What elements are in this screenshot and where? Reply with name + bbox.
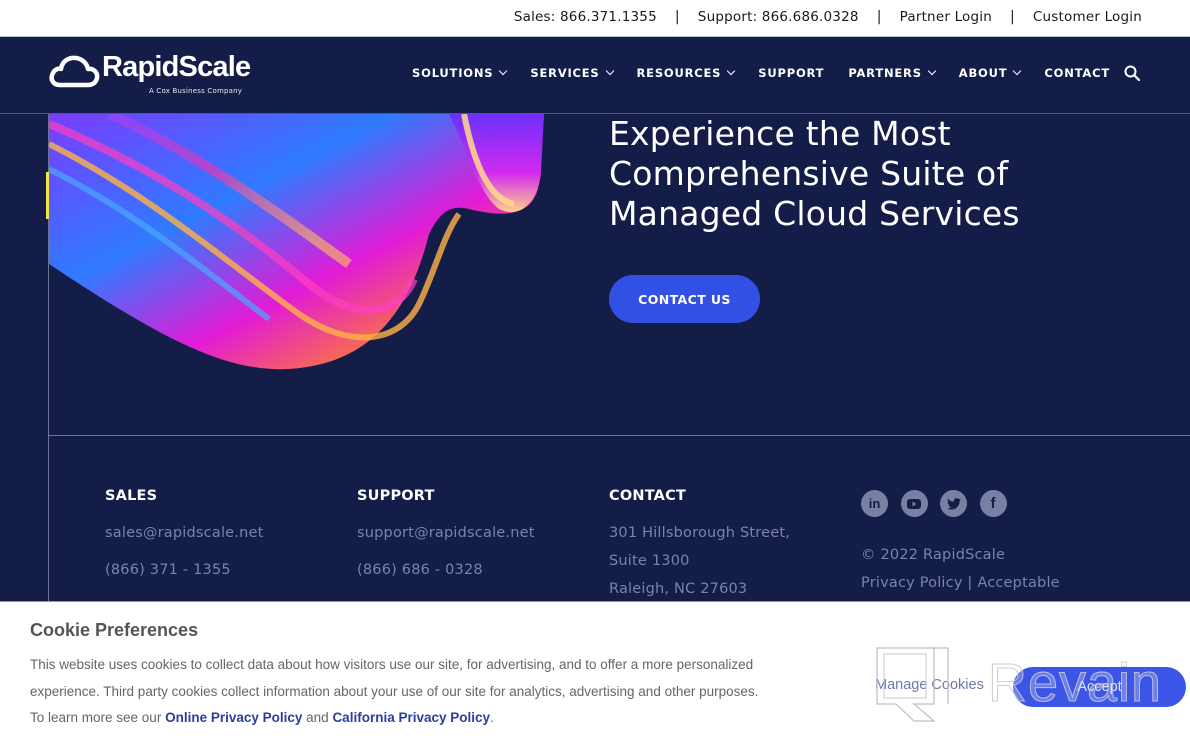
frame-line [48, 435, 49, 605]
linkedin-icon[interactable]: in [861, 490, 888, 517]
support-phone-link[interactable]: Support: 866.686.0328 [698, 9, 859, 25]
legal-links: Privacy Policy | Acceptable [861, 569, 1060, 597]
nav-item-label: SERVICES [530, 66, 600, 80]
nav-item-label: RESOURCES [636, 66, 722, 80]
hero-abstract-image [49, 114, 544, 372]
chevron-down-icon [727, 66, 736, 76]
nav-item-support[interactable]: SUPPORT [758, 66, 824, 80]
footer-sales: SALES sales@rapidscale.net (866) 371 - 1… [105, 488, 264, 593]
sales-phone-link[interactable]: Sales: 866.371.1355 [514, 9, 657, 25]
search-icon[interactable] [1124, 65, 1140, 81]
brand-name: RapidScale [102, 51, 251, 83]
cookie-text-and: and [302, 710, 333, 725]
nav-item-label: SUPPORT [758, 66, 825, 80]
sales-email-link[interactable]: sales@rapidscale.net [105, 519, 264, 547]
footer-heading: SUPPORT [357, 488, 435, 504]
footer-heading: CONTACT [609, 488, 687, 504]
cloud-logo-icon [49, 55, 100, 88]
utility-links: Sales: 866.371.1355 | Support: 866.686.0… [514, 9, 1142, 25]
separator: | [876, 9, 882, 25]
copyright: © 2022 RapidScale [861, 547, 1006, 563]
nav-item-solutions[interactable]: SOLUTIONS [412, 66, 508, 80]
privacy-policy-link[interactable]: Privacy Policy [861, 575, 963, 591]
chevron-down-icon [499, 66, 508, 76]
support-phone[interactable]: (866) 686 - 0328 [357, 556, 535, 584]
nav-item-label: PARTNERS [848, 66, 922, 80]
cookie-banner: Cookie Preferences This website uses coo… [0, 601, 1190, 753]
accept-cookies-button[interactable]: Accept [1013, 667, 1186, 707]
address-line: Raleigh, NC 27603 [609, 581, 748, 597]
customer-login-link[interactable]: Customer Login [1033, 9, 1142, 25]
footer-heading: SALES [105, 488, 158, 504]
nav-item-partners[interactable]: PARTNERS [848, 66, 937, 80]
address-line: Suite 1300 [609, 553, 690, 569]
divider [48, 435, 1190, 436]
facebook-icon[interactable]: f [979, 490, 1007, 517]
facebook-glyph: f [990, 495, 996, 512]
brand-tagline: A Cox Business Company [149, 87, 243, 95]
legal-separator: | [962, 575, 978, 591]
abstract-wave-graphic [49, 114, 544, 370]
cookie-title: Cookie Preferences [30, 620, 199, 640]
address-line: 301 Hillsborough Street, [609, 525, 791, 541]
chevron-down-icon [927, 66, 937, 76]
main-nav: RapidScale A Cox Business Company SOLUTI… [0, 37, 1190, 114]
nav-item-label: CONTACT [1044, 66, 1110, 80]
separator: | [674, 9, 680, 25]
footer-contact: CONTACT 301 Hillsborough Street, Suite 1… [609, 488, 790, 603]
footer-support: SUPPORT support@rapidscale.net (866) 686… [357, 488, 535, 593]
california-privacy-policy-link[interactable]: California Privacy Policy [332, 710, 490, 725]
nav-item-resources[interactable]: RESOURCES [636, 66, 736, 80]
cookie-text-end: . [490, 710, 494, 725]
accent-bar [46, 172, 49, 219]
nav-item-label: ABOUT [958, 66, 1008, 80]
twitter-glyph [946, 497, 961, 510]
nav-item-label: SOLUTIONS [412, 66, 494, 80]
nav-item-services[interactable]: SERVICES [530, 66, 614, 80]
footer-legal: © 2022 RapidScale Privacy Policy | Accep… [861, 541, 1060, 597]
chevron-down-icon [1013, 66, 1022, 76]
youtube-icon[interactable] [900, 490, 928, 517]
chevron-down-icon [605, 66, 614, 76]
utility-bar: Sales: 866.371.1355 | Support: 866.686.0… [0, 0, 1190, 37]
social-links: in f [861, 490, 1019, 517]
partner-login-link[interactable]: Partner Login [900, 9, 992, 25]
hero-title: Experience the Most Comprehensive Suite … [609, 114, 1020, 233]
cookie-description: This website uses cookies to collect dat… [30, 652, 770, 732]
sales-phone[interactable]: (866) 371 - 1355 [105, 556, 264, 584]
nav-item-contact[interactable]: CONTACT [1044, 66, 1110, 80]
nav-links: SOLUTIONS SERVICES RESOURCES SUPPORT PAR… [388, 66, 1110, 80]
linkedin-glyph: in [868, 496, 881, 511]
support-email-link[interactable]: support@rapidscale.net [357, 519, 535, 547]
online-privacy-policy-link[interactable]: Online Privacy Policy [165, 710, 302, 725]
manage-cookies-link[interactable]: Manage Cookies [875, 677, 984, 693]
separator: | [1009, 9, 1015, 25]
contact-us-button[interactable]: CONTACT US [609, 275, 760, 323]
nav-item-about[interactable]: ABOUT [958, 66, 1022, 80]
youtube-glyph [907, 498, 921, 509]
twitter-icon[interactable] [940, 490, 967, 517]
logo[interactable]: RapidScale A Cox Business Company [48, 51, 251, 101]
acceptable-use-link[interactable]: Acceptable [977, 575, 1059, 591]
